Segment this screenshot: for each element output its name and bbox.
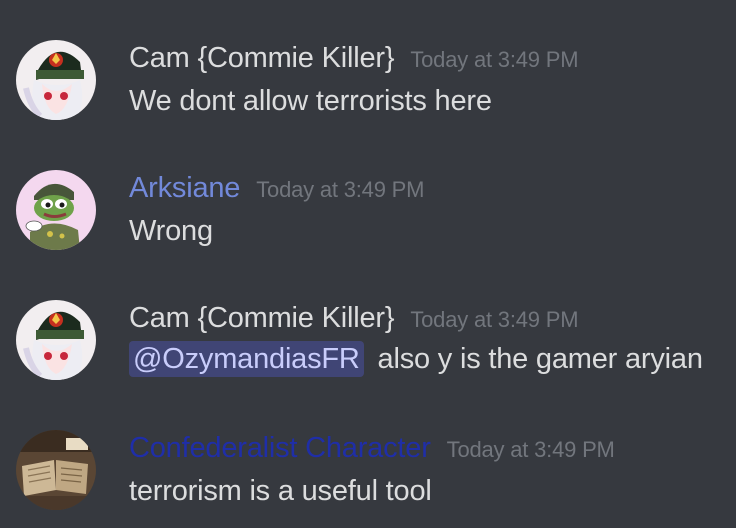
timestamp[interactable]: Today at 3:49 PM	[410, 47, 578, 73]
username[interactable]: Arksiane	[129, 172, 240, 205]
username[interactable]: Cam {Commie Killer}	[129, 302, 395, 335]
message-text: also y is the gamer aryian	[377, 343, 703, 375]
message-item: Cam {Commie Killer} Today at 3:49 PM We …	[0, 40, 736, 150]
message-header: Cam {Commie Killer} Today at 3:49 PM	[129, 42, 579, 75]
message-text: We dont allow terrorists here	[129, 85, 492, 117]
username[interactable]: Confederalist Character	[129, 432, 431, 465]
books-avatar-icon[interactable]	[16, 430, 96, 510]
message-content: @OzymandiasFR also y is the gamer aryian	[129, 341, 703, 377]
officer-avatar-icon[interactable]	[16, 300, 96, 380]
message-text: terrorism is a useful tool	[129, 475, 432, 507]
timestamp[interactable]: Today at 3:49 PM	[410, 307, 578, 333]
message-item: Confederalist Character Today at 3:49 PM…	[0, 430, 736, 528]
officer-avatar-icon[interactable]	[16, 40, 96, 120]
message-item: Cam {Commie Killer} Today at 3:49 PM @Oz…	[0, 300, 736, 410]
user-mention[interactable]: @OzymandiasFR	[129, 341, 364, 377]
message-header: Confederalist Character Today at 3:49 PM	[129, 432, 615, 465]
message-header: Arksiane Today at 3:49 PM	[129, 172, 424, 205]
username[interactable]: Cam {Commie Killer}	[129, 42, 395, 75]
timestamp[interactable]: Today at 3:49 PM	[447, 437, 615, 463]
message-item: Arksiane Today at 3:49 PM Wrong	[0, 170, 736, 280]
timestamp[interactable]: Today at 3:49 PM	[256, 177, 424, 203]
message-header: Cam {Commie Killer} Today at 3:49 PM	[129, 302, 579, 335]
message-text: Wrong	[129, 215, 213, 247]
frog-soldier-avatar-icon[interactable]	[16, 170, 96, 250]
